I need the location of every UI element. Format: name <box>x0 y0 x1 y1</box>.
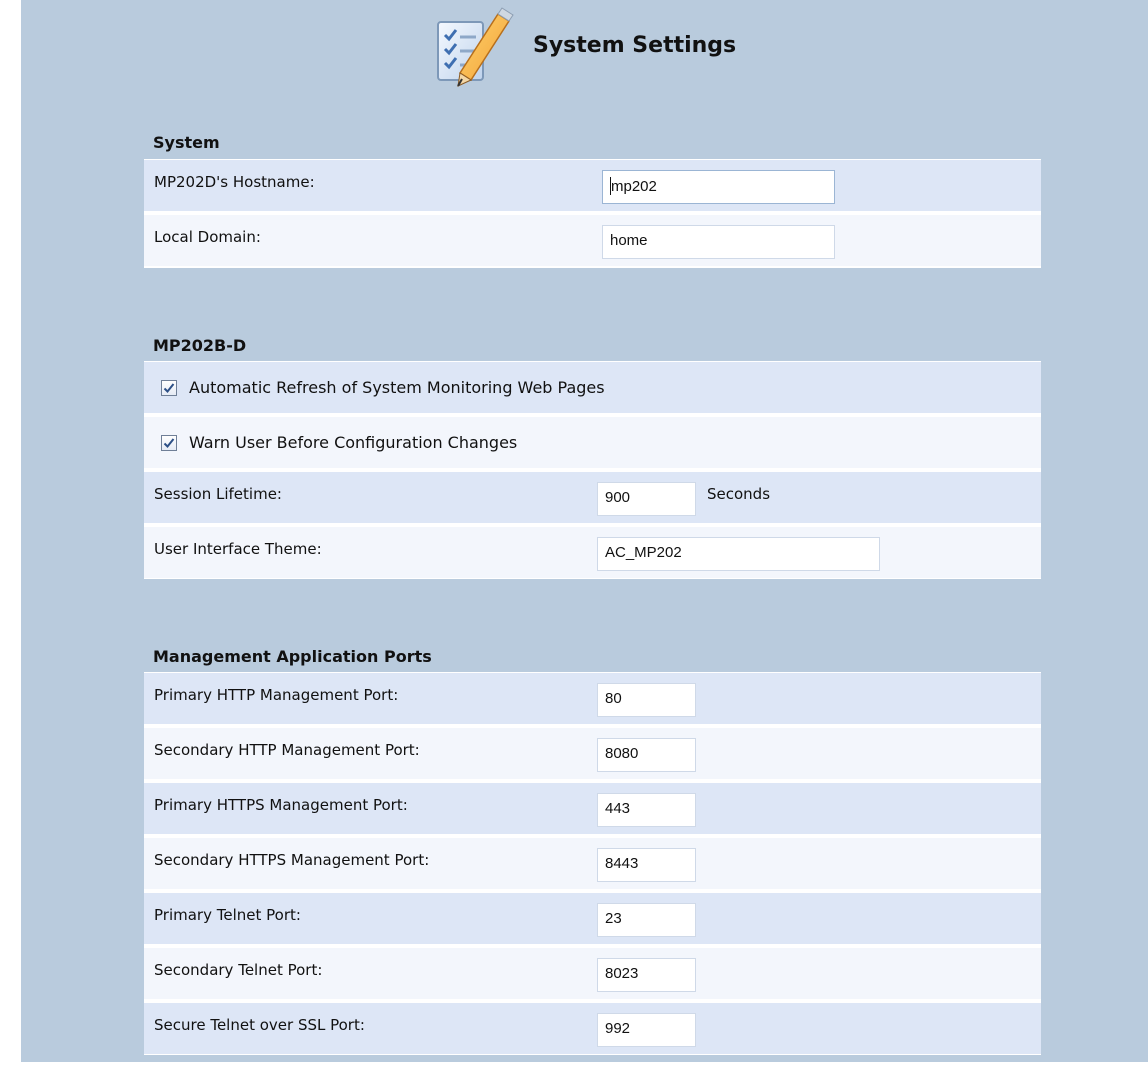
page-title: System Settings <box>533 33 737 58</box>
settings-panel: System Settings System MP202D's Hostname… <box>21 0 1148 1062</box>
session-lifetime-row: Session Lifetime: 900 Seconds <box>144 471 1041 523</box>
auto-refresh-checkbox[interactable] <box>161 380 177 396</box>
warn-user-label: Warn User Before Configuration Changes <box>189 433 518 452</box>
port-label: Secondary HTTPS Management Port: <box>154 851 430 869</box>
ui-theme-label: User Interface Theme: <box>154 540 322 558</box>
port-row: Secure Telnet over SSL Port: 992 <box>144 1002 1041 1054</box>
page: System Settings System MP202D's Hostname… <box>0 0 1148 1076</box>
hostname-input[interactable]: mp202 <box>602 170 835 204</box>
checkmark-icon <box>163 438 175 448</box>
session-lifetime-label: Session Lifetime: <box>154 485 282 503</box>
port-label: Primary Telnet Port: <box>154 906 301 924</box>
secondary-https-port-input[interactable]: 8443 <box>597 848 696 882</box>
session-lifetime-unit: Seconds <box>707 485 771 503</box>
auto-refresh-row: Automatic Refresh of System Monitoring W… <box>144 361 1041 413</box>
port-row: Primary HTTP Management Port: 80 <box>144 672 1041 724</box>
local-domain-label: Local Domain: <box>154 228 261 246</box>
port-label: Primary HTTPS Management Port: <box>154 796 408 814</box>
management-ports-table: Primary HTTP Management Port: 80 Seconda… <box>144 672 1041 1055</box>
port-label: Secondary HTTP Management Port: <box>154 741 420 759</box>
port-row: Secondary HTTP Management Port: 8080 <box>144 727 1041 779</box>
hostname-row: MP202D's Hostname: mp202 <box>144 159 1041 211</box>
section-title-management-ports: Management Application Ports <box>153 647 432 666</box>
session-lifetime-input[interactable]: 900 <box>597 482 696 516</box>
section-title-system: System <box>153 133 220 152</box>
primary-telnet-port-input[interactable]: 23 <box>597 903 696 937</box>
warn-user-row: Warn User Before Configuration Changes <box>144 416 1041 468</box>
page-header: System Settings <box>21 0 1148 95</box>
secure-telnet-ssl-port-input[interactable]: 992 <box>597 1013 696 1047</box>
port-row: Primary Telnet Port: 23 <box>144 892 1041 944</box>
port-label: Primary HTTP Management Port: <box>154 686 399 704</box>
system-settings-table: MP202D's Hostname: mp202 Local Domain: h… <box>144 159 1041 268</box>
ui-theme-row: User Interface Theme: AC_MP202 <box>144 526 1041 578</box>
port-label: Secondary Telnet Port: <box>154 961 323 979</box>
auto-refresh-label: Automatic Refresh of System Monitoring W… <box>189 378 605 397</box>
device-settings-table: Automatic Refresh of System Monitoring W… <box>144 361 1041 579</box>
section-title-mp202b-d: MP202B-D <box>153 336 247 355</box>
port-label: Secure Telnet over SSL Port: <box>154 1016 365 1034</box>
checklist-pencil-icon <box>437 7 514 87</box>
secondary-telnet-port-input[interactable]: 8023 <box>597 958 696 992</box>
local-domain-row: Local Domain: home <box>144 214 1041 266</box>
warn-user-checkbox[interactable] <box>161 435 177 451</box>
port-row: Primary HTTPS Management Port: 443 <box>144 782 1041 834</box>
primary-http-port-input[interactable]: 80 <box>597 683 696 717</box>
secondary-http-port-input[interactable]: 8080 <box>597 738 696 772</box>
hostname-value: mp202 <box>611 178 657 195</box>
ui-theme-select[interactable]: AC_MP202 <box>597 537 880 571</box>
port-row: Secondary Telnet Port: 8023 <box>144 947 1041 999</box>
local-domain-input[interactable]: home <box>602 225 835 259</box>
port-row: Secondary HTTPS Management Port: 8443 <box>144 837 1041 889</box>
primary-https-port-input[interactable]: 443 <box>597 793 696 827</box>
hostname-label: MP202D's Hostname: <box>154 173 315 191</box>
checkmark-icon <box>163 383 175 393</box>
